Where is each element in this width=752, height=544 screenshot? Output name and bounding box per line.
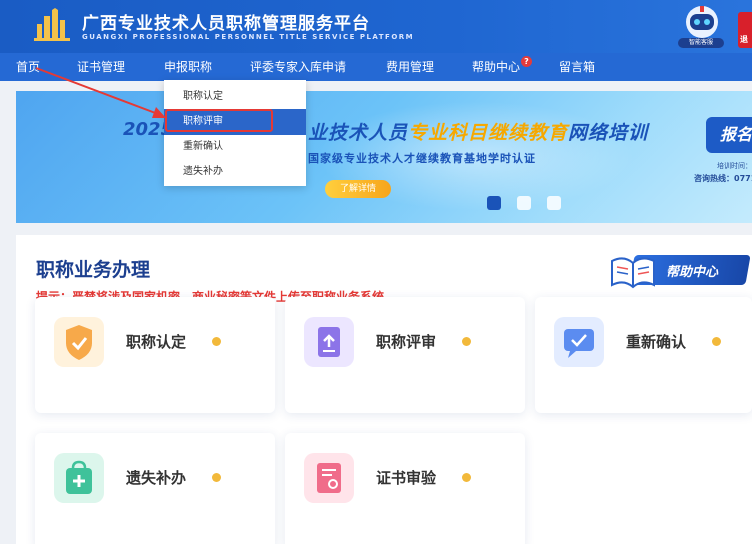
banner-details-button[interactable]: 了解详情 (325, 180, 391, 198)
banner-register-button[interactable]: 报名 (706, 117, 752, 153)
card-reconfirm[interactable]: 重新确认 (535, 297, 752, 413)
chat-check-icon (554, 317, 604, 367)
banner-title-a: 业技术人员 (308, 122, 409, 144)
nav-item-expert-apply[interactable]: 评委专家入库申请 (250, 53, 346, 81)
card-label: 重新确认 (626, 333, 687, 351)
bag-plus-icon (54, 453, 104, 503)
apply-title-dropdown: 职称认定 职称评审 重新确认 遗失补办 (164, 80, 306, 186)
promo-banner[interactable]: 2025 业技术人员专业科目继续教育网络培训 国家级专业技术人才继续教育基地学时… (16, 91, 752, 223)
help-center-label: 帮助中心 (666, 265, 719, 280)
certificate-icon (304, 453, 354, 503)
banner-hotline: 咨询热线：0771 (694, 174, 752, 183)
banner-title-b: 网络培训 (568, 122, 649, 144)
open-book-icon (611, 257, 655, 289)
carousel-dot-1[interactable] (487, 196, 501, 210)
logout-label: 退 (740, 35, 748, 44)
banner-title-highlight: 专业科目继续教育 (408, 122, 569, 144)
card-certificate-audit[interactable]: 证书审验 (285, 433, 525, 544)
banner-subtitle: 国家级专业技术人才继续教育基地学时认证 (308, 152, 536, 165)
nav-item-fees[interactable]: 费用管理 (386, 53, 434, 81)
banner-training-time: 培训时间：5 (717, 162, 752, 170)
help-question-badge: ? (521, 56, 532, 67)
card-label: 职称评审 (376, 333, 437, 351)
card-indicator-dot (712, 337, 721, 346)
main-nav: 首页 证书管理 申报职称 评委专家入库申请 费用管理 帮助中心 ? 留言箱 (0, 53, 752, 81)
carousel-dot-2[interactable] (517, 196, 531, 210)
nav-item-apply-title[interactable]: 申报职称 (164, 53, 212, 81)
carousel-dot-3[interactable] (547, 196, 561, 210)
panel-title: 职称业务办理 (36, 259, 151, 281)
card-title-recognition[interactable]: 职称认定 (35, 297, 275, 413)
dropdown-item-recognition[interactable]: 职称认定 (164, 84, 306, 110)
shield-check-icon (54, 317, 104, 367)
card-indicator-dot (212, 473, 221, 482)
card-label: 证书审验 (376, 469, 437, 487)
card-indicator-dot (462, 473, 471, 482)
nav-item-home[interactable]: 首页 (16, 53, 40, 81)
review-highlight-box (165, 109, 273, 132)
card-title-review[interactable]: 职称评审 (285, 297, 525, 413)
dropdown-item-reconfirm[interactable]: 重新确认 (164, 134, 306, 160)
site-title: 广西专业技术人员职称管理服务平台 (82, 14, 370, 34)
card-indicator-dot (212, 337, 221, 346)
nav-item-certificate[interactable]: 证书管理 (77, 53, 125, 81)
dropdown-item-reissue[interactable]: 遗失补办 (164, 159, 306, 185)
logout-button[interactable]: 退 (738, 12, 752, 48)
site-title-en: GUANGXI PROFESSIONAL PERSONNEL TITLE SER… (82, 33, 415, 41)
banner-title: 业技术人员专业科目继续教育网络培训 (308, 118, 648, 145)
robot-label[interactable]: 智能客服 (678, 38, 724, 48)
nav-item-messages[interactable]: 留言箱 (559, 53, 595, 81)
document-upload-icon (304, 317, 354, 367)
building-logo-icon (34, 8, 70, 41)
site-header: 广西专业技术人员职称管理服务平台 GUANGXI PROFESSIONAL PE… (0, 0, 752, 53)
card-label: 职称认定 (126, 333, 187, 351)
card-reissue[interactable]: 遗失补办 (35, 433, 275, 544)
card-label: 遗失补办 (126, 469, 187, 487)
nav-item-help[interactable]: 帮助中心 (472, 53, 520, 81)
help-center-badge[interactable]: 帮助中心 (608, 249, 752, 293)
card-indicator-dot (462, 337, 471, 346)
